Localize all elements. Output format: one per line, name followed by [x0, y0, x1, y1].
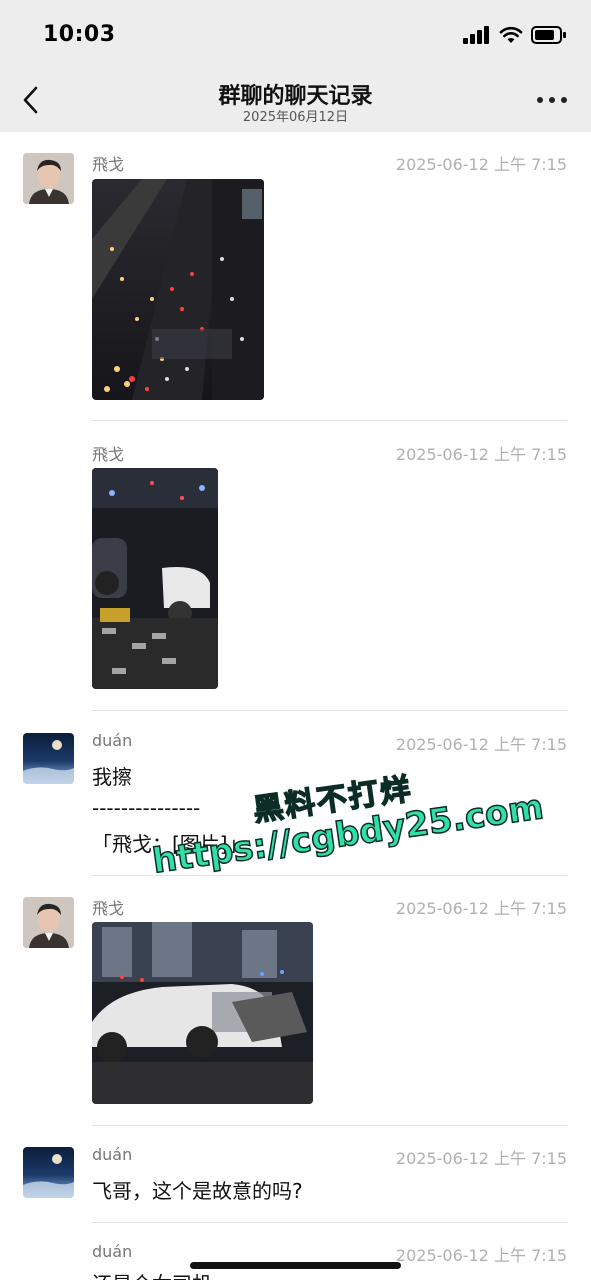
sender-name: duán [92, 731, 133, 750]
message-time: 2025-06-12 上午 7:15 [395, 155, 567, 174]
street-night-photo [92, 179, 264, 400]
avatar[interactable] [23, 153, 74, 204]
message-photo[interactable] [92, 468, 218, 689]
message-divider [92, 1125, 567, 1126]
avatar[interactable] [23, 1147, 74, 1198]
message-divider [92, 420, 567, 421]
person-avatar-icon [23, 153, 74, 204]
message-time: 2025-06-12 上午 7:15 [395, 735, 567, 754]
status-icons [463, 24, 567, 46]
page-subtitle: 2025年06月12日 [242, 110, 349, 125]
message-text: 飞哥，这个是故意的吗? [92, 1179, 303, 1203]
moon-avatar-icon [23, 1154, 74, 1198]
message-photo[interactable] [92, 922, 313, 1104]
scooter-accident-photo [92, 468, 218, 689]
more-dot-icon [549, 97, 555, 103]
message-photo[interactable] [92, 179, 264, 400]
message-text: 还是个女司机 [92, 1268, 212, 1280]
status-time: 10:03 [43, 22, 116, 47]
more-dot-icon [537, 97, 543, 103]
sender-name: 飛戈 [92, 155, 125, 174]
car-crash-photo [92, 922, 313, 1104]
quote-separator: --------------- [92, 796, 201, 820]
battery-icon [531, 26, 566, 44]
avatar[interactable] [23, 733, 74, 784]
sender-name: 飛戈 [92, 445, 125, 464]
message-time: 2025-06-12 上午 7:15 [395, 899, 567, 918]
person-avatar-icon [23, 897, 74, 948]
more-dot-icon [561, 97, 567, 103]
avatar[interactable] [23, 897, 74, 948]
message-time: 2025-06-12 上午 7:15 [395, 445, 567, 464]
message-time: 2025-06-12 上午 7:15 [395, 1246, 567, 1265]
message-text: 我擦 [92, 765, 132, 789]
sender-name: duán [92, 1145, 133, 1164]
sender-name: duán [92, 1242, 133, 1261]
signal-icon [463, 26, 489, 44]
wifi-icon [499, 26, 523, 43]
home-indicator[interactable] [190, 1262, 401, 1269]
message-divider [92, 710, 567, 711]
more-button[interactable] [537, 96, 567, 104]
sender-name: 飛戈 [92, 899, 125, 918]
message-time: 2025-06-12 上午 7:15 [395, 1149, 567, 1168]
message-divider [92, 1222, 567, 1223]
top-bar: 10:03 群聊的聊天记录 2025年06月12日 [0, 0, 591, 132]
moon-avatar-icon [23, 740, 74, 784]
